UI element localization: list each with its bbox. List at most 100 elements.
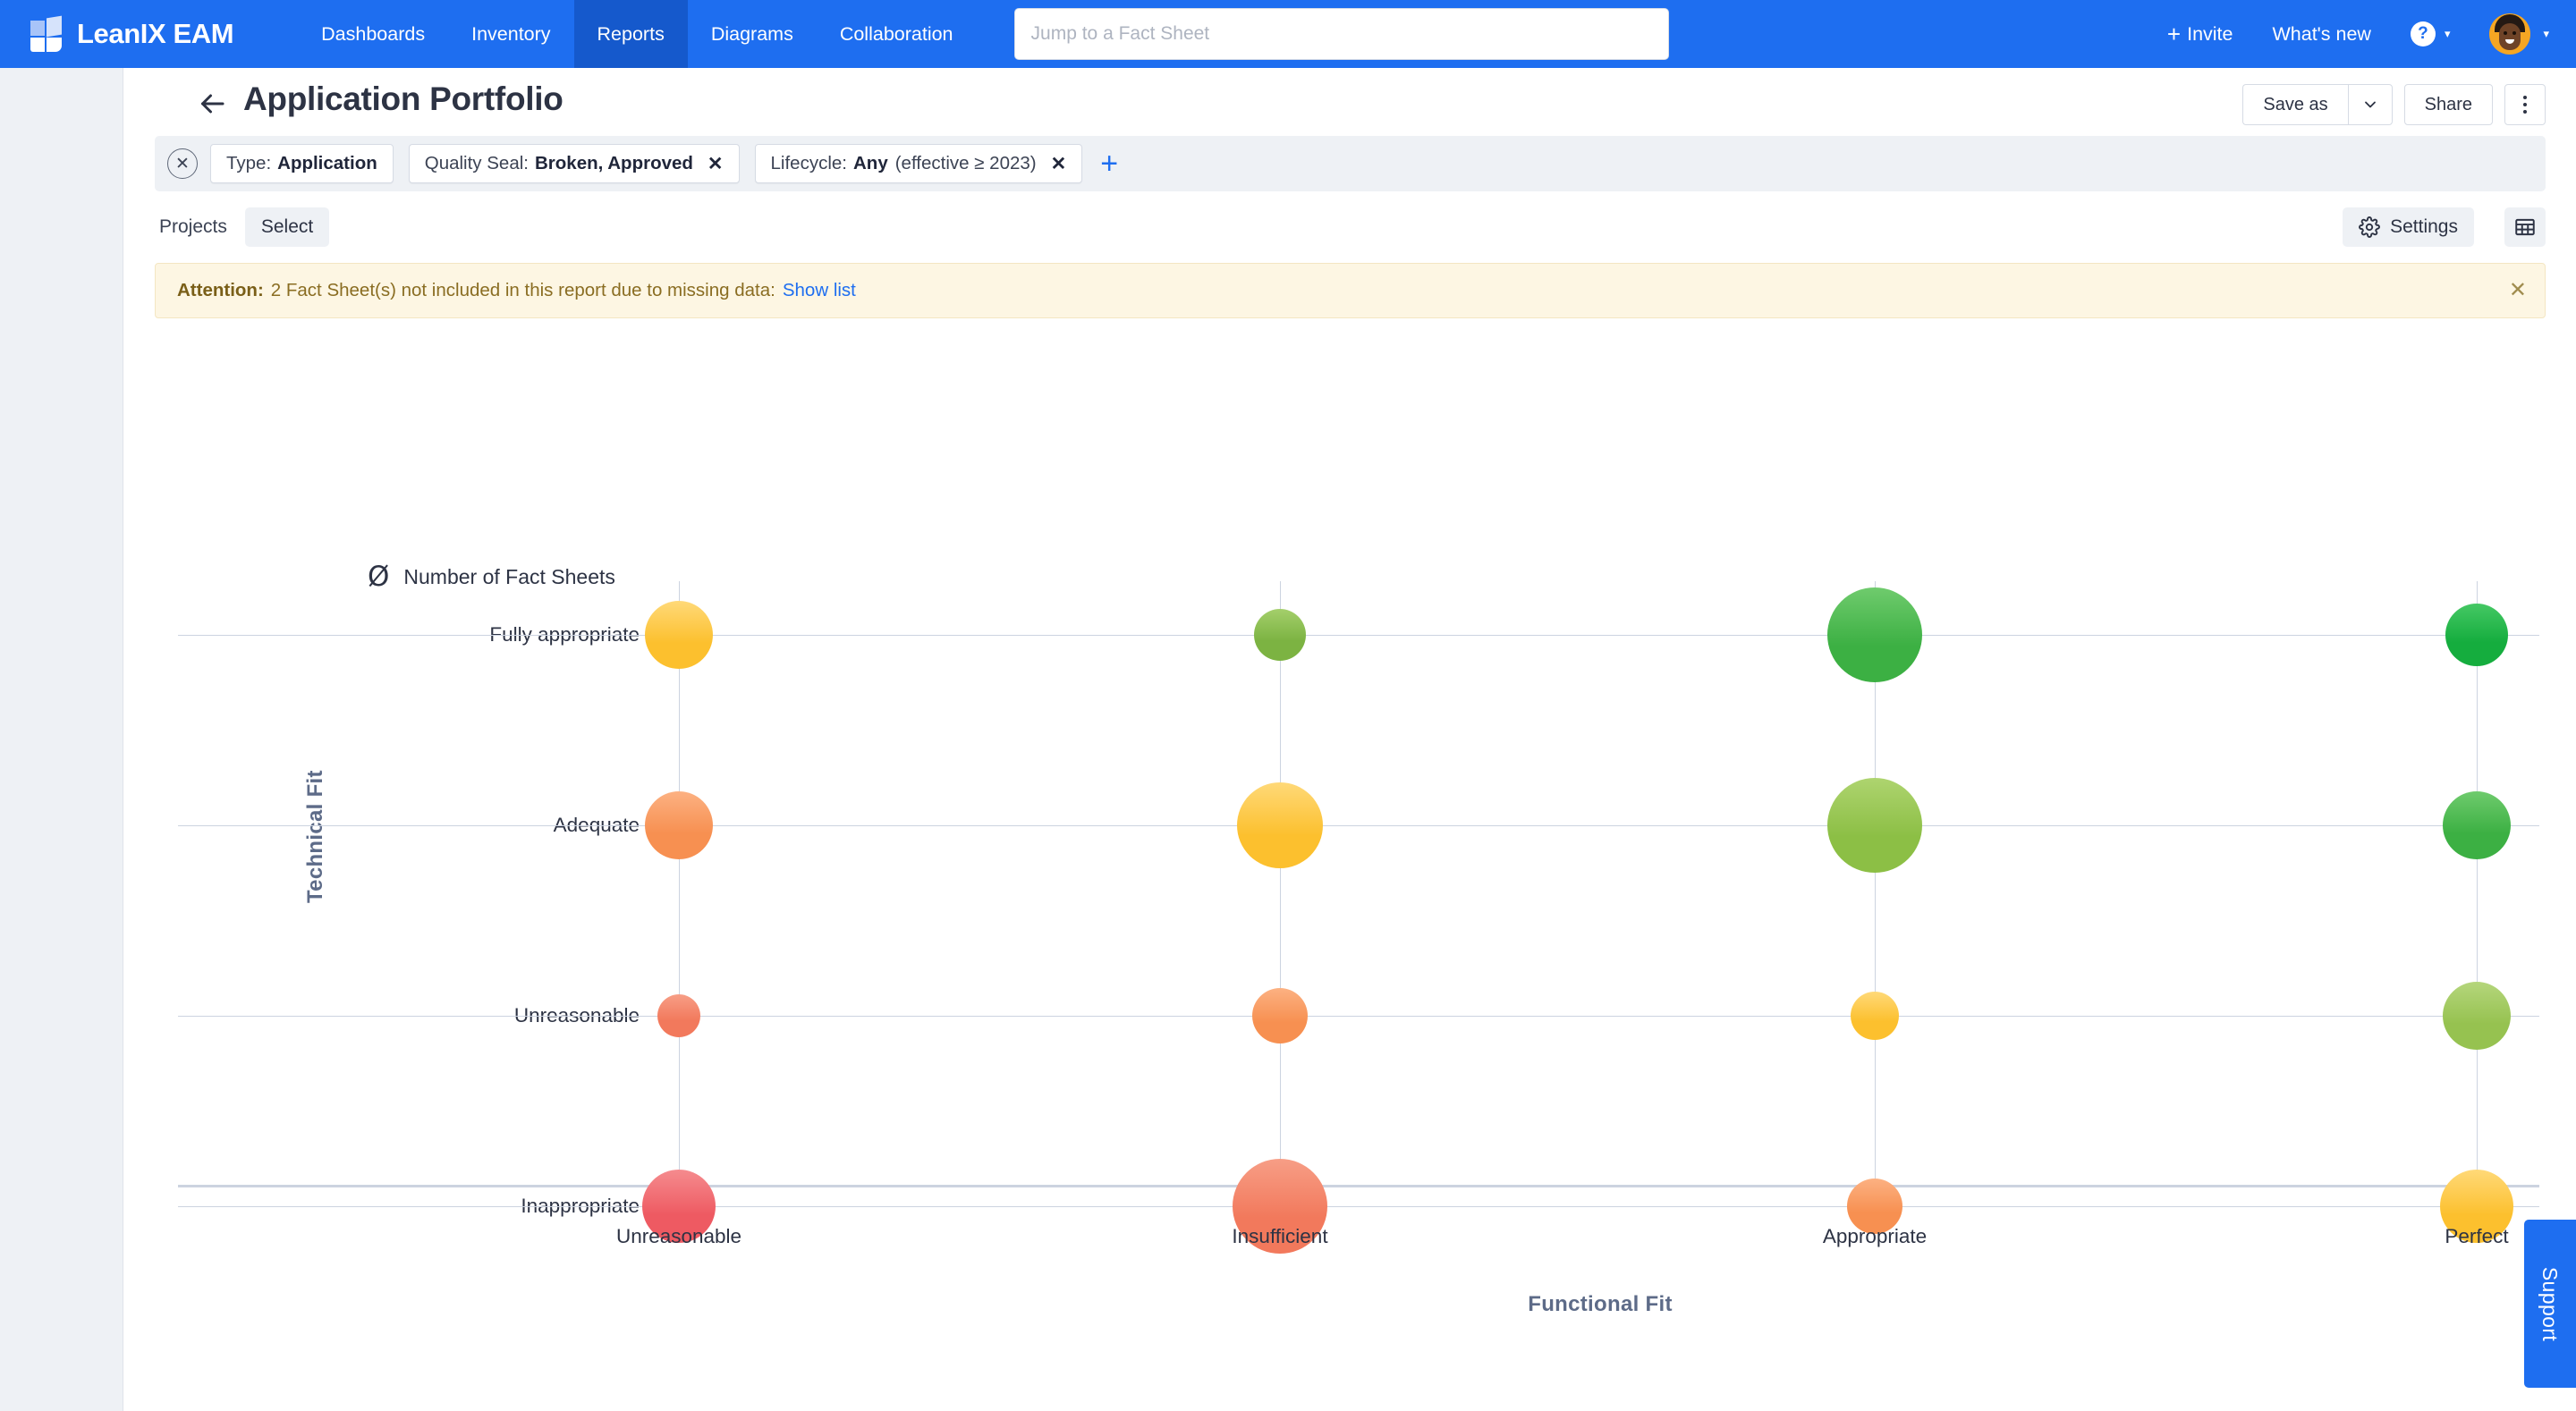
- page-header-actions: Save as Share: [2242, 84, 2546, 125]
- banner-text: 2 Fact Sheet(s) not included in this rep…: [271, 280, 775, 301]
- nav-item-inventory[interactable]: Inventory: [448, 0, 573, 68]
- help-menu[interactable]: ? ▾: [2411, 21, 2451, 46]
- chart-bubble[interactable]: [645, 791, 713, 859]
- close-icon[interactable]: ✕: [2509, 280, 2527, 301]
- chart-bubble[interactable]: [657, 994, 700, 1037]
- kebab-dot: [2523, 110, 2527, 114]
- leanix-logo-icon: [30, 17, 64, 51]
- support-label: Support: [2538, 1266, 2563, 1340]
- chart-bubble[interactable]: [2445, 604, 2508, 666]
- chart-bubble[interactable]: [1237, 782, 1323, 868]
- user-menu-chevron[interactable]: ▾: [2543, 27, 2549, 41]
- nav-item-dashboards[interactable]: Dashboards: [298, 0, 448, 68]
- average-diameter-icon: Ø: [368, 563, 389, 591]
- primary-nav: Dashboards Inventory Reports Diagrams Co…: [298, 0, 976, 68]
- invite-label: Invite: [2187, 23, 2233, 46]
- chart-bubble[interactable]: [1254, 609, 1306, 661]
- top-navigation-bar: LeanIX EAM Dashboards Inventory Reports …: [0, 0, 2576, 68]
- x-axis-tick-label: Perfect: [2445, 1225, 2508, 1248]
- add-filter-button[interactable]: +: [1100, 148, 1118, 179]
- nav-item-collaboration[interactable]: Collaboration: [817, 0, 977, 68]
- avatar[interactable]: [2489, 13, 2530, 55]
- settings-button[interactable]: Settings: [2343, 207, 2474, 247]
- remove-filter-icon[interactable]: ✕: [708, 153, 724, 175]
- chart-legend-label: Number of Fact Sheets: [403, 565, 615, 589]
- chevron-down-icon: ▾: [2543, 27, 2549, 41]
- filter-chip-value: Application: [277, 153, 377, 174]
- filter-chip-label: Type:: [226, 153, 271, 174]
- filter-chip-value: Any: [853, 153, 888, 174]
- filter-chip-label: Lifecycle:: [771, 153, 847, 174]
- table-view-button[interactable]: [2504, 207, 2546, 247]
- banner-strong-label: Attention:: [177, 280, 264, 301]
- chart-bubble[interactable]: [2443, 791, 2511, 859]
- grid-line-horizontal: [178, 635, 2539, 636]
- report-toolbar-right: Settings: [2325, 207, 2546, 247]
- whats-new-label: What's new: [2272, 23, 2370, 46]
- x-axis-tick-label: Appropriate: [1823, 1225, 1927, 1248]
- page-header: Application Portfolio Save as Share: [124, 68, 2576, 136]
- chart-legend: Ø Number of Fact Sheets: [368, 563, 615, 591]
- show-list-link[interactable]: Show list: [783, 280, 856, 301]
- warning-banner: Attention: 2 Fact Sheet(s) not included …: [155, 263, 2546, 318]
- filter-chip-lifecycle[interactable]: Lifecycle: Any (effective ≥ 2023) ✕: [755, 144, 1083, 183]
- chart-bubble[interactable]: [2443, 982, 2511, 1050]
- kebab-dot: [2523, 96, 2527, 99]
- main-content: Application Portfolio Save as Share ✕ Ty…: [124, 68, 2576, 1411]
- x-axis-tick-label: Unreasonable: [616, 1225, 741, 1248]
- filter-chip-quality-seal[interactable]: Quality Seal: Broken, Approved ✕: [409, 144, 740, 183]
- x-axis-title: Functional Fit: [1528, 1292, 1673, 1317]
- projects-select-button[interactable]: Select: [245, 207, 329, 247]
- nav-right-actions: + Invite What's new ? ▾ ▾: [2128, 13, 2549, 55]
- gear-icon: [2359, 216, 2380, 238]
- invite-button[interactable]: + Invite: [2167, 22, 2233, 46]
- help-icon: ?: [2411, 21, 2436, 46]
- grid-line-vertical: [679, 581, 680, 1185]
- save-as-button[interactable]: Save as: [2242, 84, 2347, 125]
- table-grid-icon: [2513, 215, 2537, 239]
- chart-bubble[interactable]: [1851, 992, 1899, 1040]
- projects-label: Projects: [159, 216, 227, 238]
- save-as-split-button: Save as: [2242, 84, 2392, 125]
- filter-chip-value: Broken, Approved: [535, 153, 693, 174]
- filter-chip-label: Quality Seal:: [425, 153, 529, 174]
- global-search[interactable]: [1014, 8, 1669, 60]
- filter-bar: ✕ Type: Application Quality Seal: Broken…: [155, 136, 2546, 191]
- more-options-button[interactable]: [2504, 84, 2546, 125]
- support-tab[interactable]: Support: [2524, 1220, 2576, 1388]
- back-arrow-icon[interactable]: [196, 88, 228, 120]
- brand-logo[interactable]: LeanIX EAM: [30, 17, 233, 51]
- chevron-down-icon: [2361, 96, 2379, 114]
- settings-label: Settings: [2390, 216, 2458, 238]
- plot-area: [679, 635, 2535, 1171]
- x-axis-tick-label: Insufficient: [1232, 1225, 1327, 1248]
- brand-name: LeanIX EAM: [77, 18, 233, 50]
- grid-line-vertical: [2477, 581, 2478, 1185]
- page-title: Application Portfolio: [243, 80, 564, 118]
- chart-bubble[interactable]: [1827, 778, 1922, 873]
- chart-bubble[interactable]: [1252, 988, 1308, 1043]
- bubble-chart: Ø Number of Fact Sheets Technical Fit Fu…: [124, 447, 2576, 1411]
- x-axis-line: [178, 1185, 2539, 1187]
- share-button[interactable]: Share: [2404, 84, 2493, 125]
- grid-line-horizontal: [178, 825, 2539, 826]
- whats-new-button[interactable]: What's new: [2272, 23, 2370, 46]
- clear-filters-button[interactable]: ✕: [167, 148, 198, 179]
- grid-line-vertical: [1280, 581, 1281, 1185]
- remove-filter-icon[interactable]: ✕: [1051, 153, 1067, 175]
- y-axis-labels: Fully appropriateAdequateUnreasonableIna…: [124, 635, 661, 1171]
- grid-line-horizontal: [178, 1016, 2539, 1017]
- chart-bubble[interactable]: [645, 601, 713, 669]
- nav-item-diagrams[interactable]: Diagrams: [688, 0, 817, 68]
- left-sidebar-rail: [0, 68, 123, 1411]
- save-as-dropdown-toggle[interactable]: [2348, 84, 2393, 125]
- report-toolbar: Projects Select Settings: [155, 191, 2546, 263]
- search-input[interactable]: [1031, 23, 1652, 45]
- chevron-down-icon: ▾: [2445, 27, 2451, 41]
- chart-bubble[interactable]: [1827, 587, 1922, 682]
- filter-chip-suffix: (effective ≥ 2023): [895, 153, 1037, 174]
- nav-item-reports[interactable]: Reports: [574, 0, 688, 68]
- filter-chip-type[interactable]: Type: Application: [210, 144, 394, 183]
- kebab-dot: [2523, 103, 2527, 106]
- grid-line-horizontal: [178, 1206, 2539, 1207]
